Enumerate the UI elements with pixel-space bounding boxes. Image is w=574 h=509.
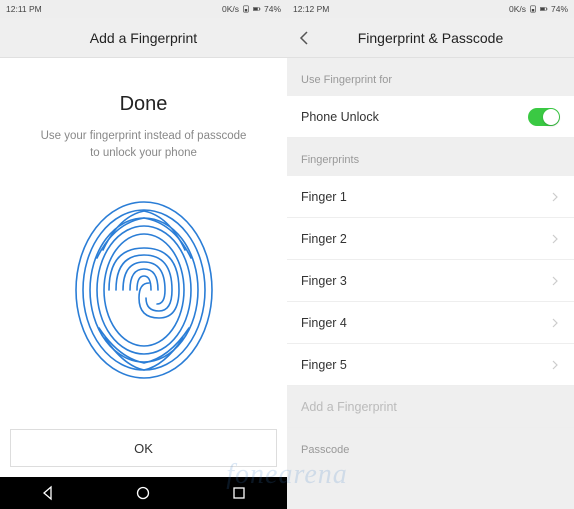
status-speed: 0K/s <box>222 4 239 14</box>
row-label: Phone Unlock <box>301 110 379 124</box>
statusbar: 12:11 PM 0K/s 74% <box>0 0 287 18</box>
nav-home-icon[interactable] <box>135 485 151 501</box>
page-title: Fingerprint & Passcode <box>358 30 504 46</box>
sim-icon <box>242 5 250 13</box>
chevron-right-icon <box>550 360 560 370</box>
phone-left: 12:11 PM 0K/s 74% Add a Fingerprint Done… <box>0 0 287 509</box>
section-passcode: Passcode <box>287 428 574 466</box>
row-label: Finger 2 <box>301 232 347 246</box>
phone-right: 12:12 PM 0K/s 74% Fingerprint & Passcode… <box>287 0 574 509</box>
chevron-right-icon <box>550 318 560 328</box>
content: Use Fingerprint for Phone Unlock Fingerp… <box>287 58 574 509</box>
ok-label: OK <box>134 441 153 456</box>
row-add-fingerprint: Add a Fingerprint <box>287 386 574 428</box>
navbar <box>0 477 287 509</box>
nav-recent-icon[interactable] <box>231 485 247 501</box>
header: Add a Fingerprint <box>0 18 287 58</box>
sim-icon <box>529 5 537 13</box>
row-finger[interactable]: Finger 4 <box>287 302 574 344</box>
row-label: Finger 5 <box>301 358 347 372</box>
row-label: Finger 1 <box>301 190 347 204</box>
status-battery: 74% <box>551 4 568 14</box>
chevron-right-icon <box>550 276 560 286</box>
row-label: Finger 4 <box>301 316 347 330</box>
row-finger[interactable]: Finger 5 <box>287 344 574 386</box>
status-speed: 0K/s <box>509 4 526 14</box>
row-finger[interactable]: Finger 2 <box>287 218 574 260</box>
row-label: Add a Fingerprint <box>301 400 397 414</box>
done-title: Done <box>0 93 287 116</box>
section-fingerprints: Fingerprints <box>287 138 574 176</box>
fingerprint-icon <box>69 198 219 383</box>
ok-button[interactable]: OK <box>10 429 277 467</box>
toggle-phone-unlock[interactable] <box>528 108 560 126</box>
row-finger[interactable]: Finger 3 <box>287 260 574 302</box>
status-time: 12:11 PM <box>6 4 42 14</box>
battery-icon <box>540 5 548 13</box>
status-time: 12:12 PM <box>293 4 329 14</box>
row-phone-unlock[interactable]: Phone Unlock <box>287 96 574 138</box>
section-use-fingerprint: Use Fingerprint for <box>287 58 574 96</box>
back-icon[interactable] <box>297 30 313 46</box>
done-subtitle: Use your fingerprint instead of passcode… <box>0 128 287 163</box>
status-battery: 74% <box>264 4 281 14</box>
battery-icon <box>253 5 261 13</box>
chevron-right-icon <box>550 192 560 202</box>
nav-back-icon[interactable] <box>40 485 56 501</box>
row-label: Finger 3 <box>301 274 347 288</box>
page-title: Add a Fingerprint <box>90 30 197 46</box>
chevron-right-icon <box>550 234 560 244</box>
row-finger[interactable]: Finger 1 <box>287 176 574 218</box>
statusbar: 12:12 PM 0K/s 74% <box>287 0 574 18</box>
header: Fingerprint & Passcode <box>287 18 574 58</box>
